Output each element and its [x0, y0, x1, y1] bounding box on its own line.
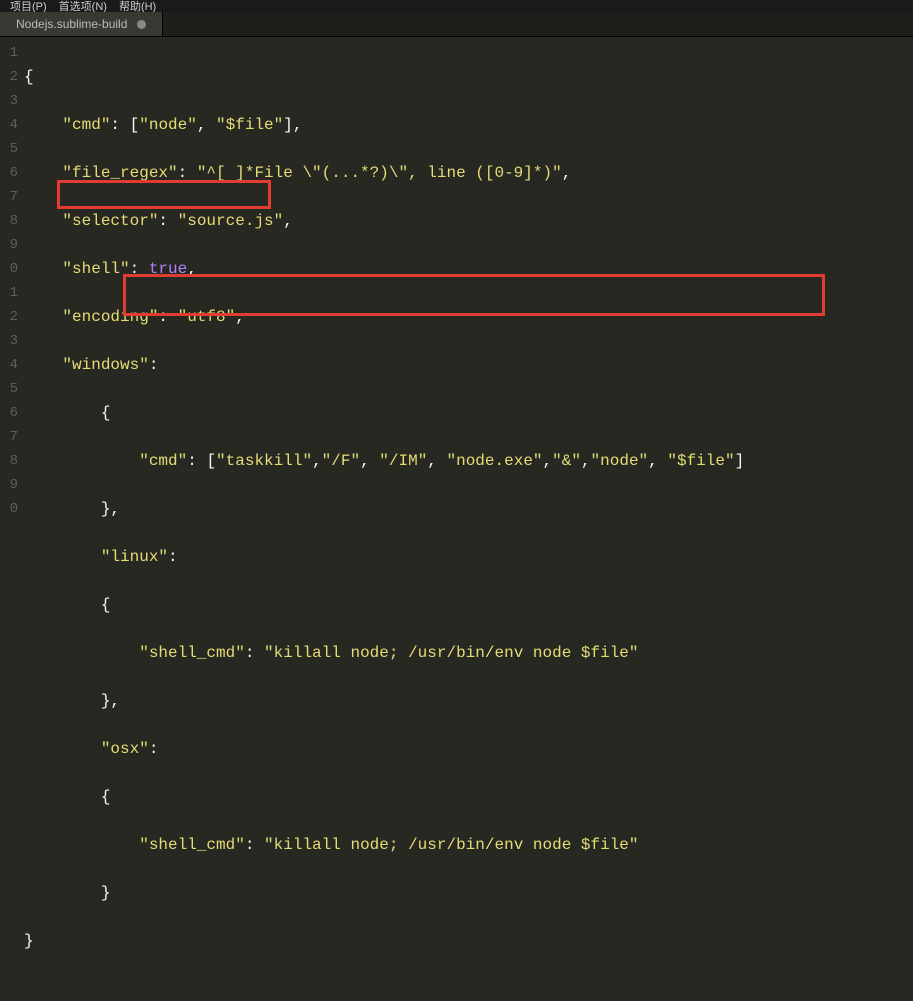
ln: 8	[0, 449, 24, 473]
menu-preferences[interactable]: 首选项(N)	[59, 0, 107, 12]
ln: 9	[0, 233, 24, 257]
dirty-dot-icon	[137, 20, 146, 29]
menu-help[interactable]: 帮助(H)	[119, 0, 156, 12]
ln: 4	[0, 353, 24, 377]
ln: 3	[0, 89, 24, 113]
ln: 1	[0, 281, 24, 305]
ln: 2	[0, 305, 24, 329]
ln: 8	[0, 209, 24, 233]
ln: 5	[0, 137, 24, 161]
ln: 0	[0, 257, 24, 281]
tab-bar: Nodejs.sublime-build	[0, 12, 913, 37]
ln: 2	[0, 65, 24, 89]
ln: 6	[0, 161, 24, 185]
ln: 3	[0, 329, 24, 353]
menu-project[interactable]: 项目(P)	[10, 0, 47, 12]
ln: 6	[0, 401, 24, 425]
ln: 7	[0, 425, 24, 449]
ln: 1	[0, 41, 24, 65]
ln: 0	[0, 497, 24, 521]
code-editor[interactable]: { "cmd": ["node", "$file"], "file_regex"…	[24, 37, 913, 519]
menubar[interactable]: 项目(P) 首选项(N) 帮助(H)	[0, 0, 913, 12]
ln: 7	[0, 185, 24, 209]
line-number-gutter: 1 2 3 4 5 6 7 8 9 0 1 2 3 4 5 6 7 8 9 0	[0, 37, 24, 519]
tab-label: Nodejs.sublime-build	[16, 17, 127, 31]
tab-nodejs-build[interactable]: Nodejs.sublime-build	[0, 12, 163, 36]
ln: 9	[0, 473, 24, 497]
ln: 4	[0, 113, 24, 137]
ln: 5	[0, 377, 24, 401]
